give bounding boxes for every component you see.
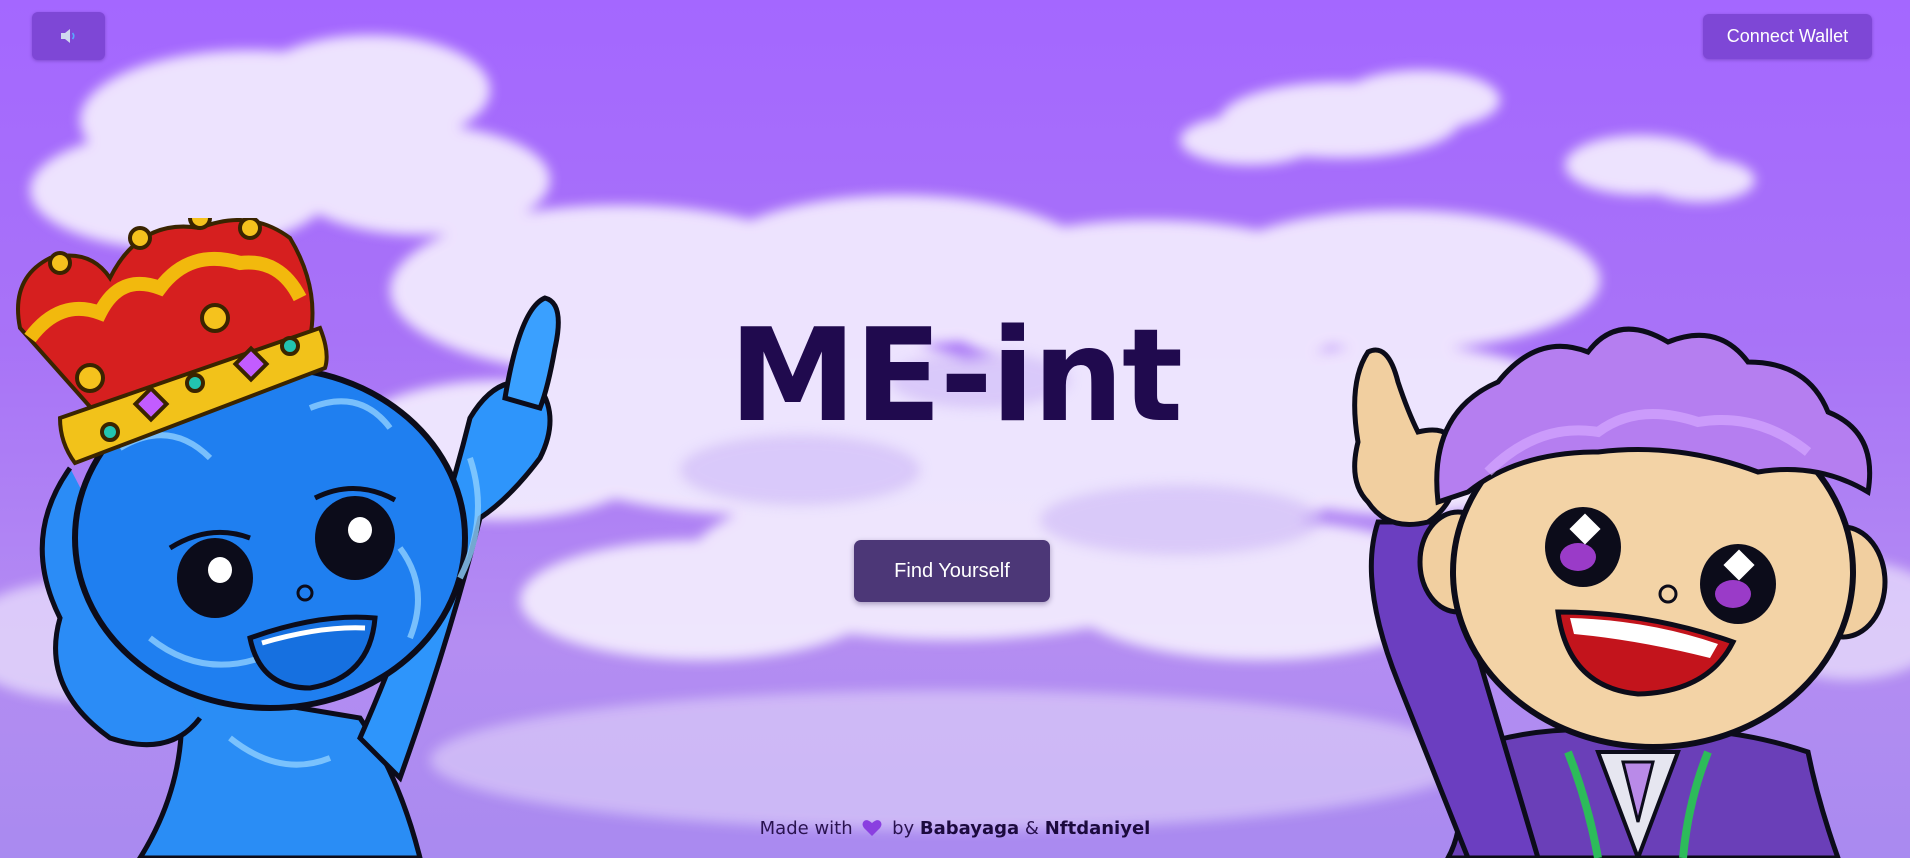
landing-page: Connect Wallet ME-int Find Yourself Made… <box>0 0 1910 858</box>
purple-heart-icon <box>862 820 882 836</box>
connect-wallet-button[interactable]: Connect Wallet <box>1703 14 1872 59</box>
speaker-icon <box>60 29 75 43</box>
footer-credit: Made with by Babayaga & Nftdaniyel <box>0 815 1910 843</box>
find-yourself-button[interactable]: Find Yourself <box>854 540 1050 602</box>
page-title: ME-int <box>728 302 1183 451</box>
author-babayaga: Babayaga <box>919 818 1020 839</box>
ampersand-text: & <box>1024 818 1039 839</box>
by-text: by <box>892 818 915 839</box>
author-nftdaniyel: Nftdaniyel <box>1044 818 1151 839</box>
made-with-text: Made with <box>759 818 853 839</box>
sound-toggle-button[interactable] <box>32 12 105 60</box>
